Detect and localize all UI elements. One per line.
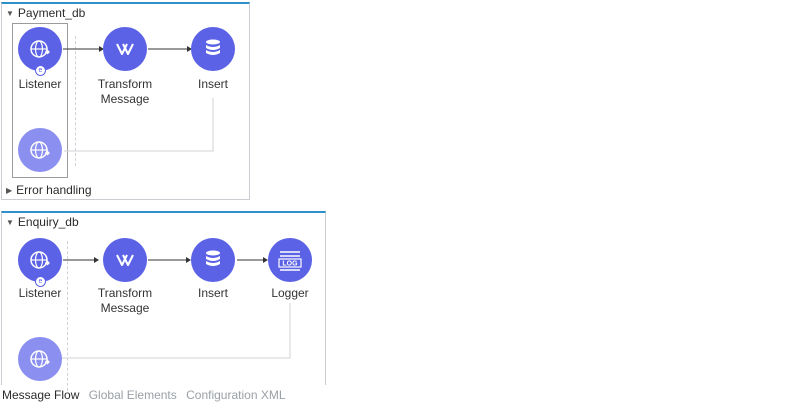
logger-icon: LOG [278, 251, 302, 271]
insert-node[interactable] [191, 27, 235, 71]
globe-listener-icon [30, 40, 50, 58]
error-handling-label: Error handling [16, 183, 92, 197]
node-label: Insert [197, 77, 228, 91]
response-node[interactable] [18, 337, 62, 381]
flow-enquiry-db[interactable]: ▼ Enquiry_db e Listener Transform Message [1, 211, 326, 391]
database-icon [206, 250, 220, 266]
node-label: Logger [271, 286, 309, 300]
logger-icon-text: LOG [282, 261, 298, 268]
database-icon [206, 39, 220, 55]
node-label: Listener [18, 286, 62, 300]
transform-message-node[interactable] [103, 27, 147, 71]
insert-node[interactable] [191, 238, 235, 282]
listener-badge-icon: e [35, 65, 46, 76]
editor-tabs: Message Flow Global Elements Configurati… [2, 388, 292, 402]
tab-configuration-xml[interactable]: Configuration XML [186, 388, 285, 402]
flow-payment-db[interactable]: ▼ Payment_db e Listener Transform Message… [1, 2, 250, 200]
error-handling-toggle[interactable]: ▶ Error handling [6, 183, 92, 197]
transform-message-node[interactable] [103, 238, 147, 282]
node-label: Transform Message [97, 77, 153, 106]
node-label: Listener [18, 77, 62, 91]
globe-listener-icon [30, 251, 50, 269]
tab-message-flow[interactable]: Message Flow [2, 388, 79, 402]
globe-response-icon [30, 141, 50, 159]
logger-node[interactable]: LOG [268, 238, 312, 282]
response-node[interactable] [18, 128, 62, 172]
transform-icon [116, 254, 134, 266]
node-label: Transform Message [97, 286, 153, 315]
tab-global-elements[interactable]: Global Elements [89, 388, 177, 402]
globe-response-icon [30, 350, 50, 368]
expand-triangle-icon[interactable]: ▶ [6, 186, 12, 195]
transform-icon [116, 43, 134, 55]
